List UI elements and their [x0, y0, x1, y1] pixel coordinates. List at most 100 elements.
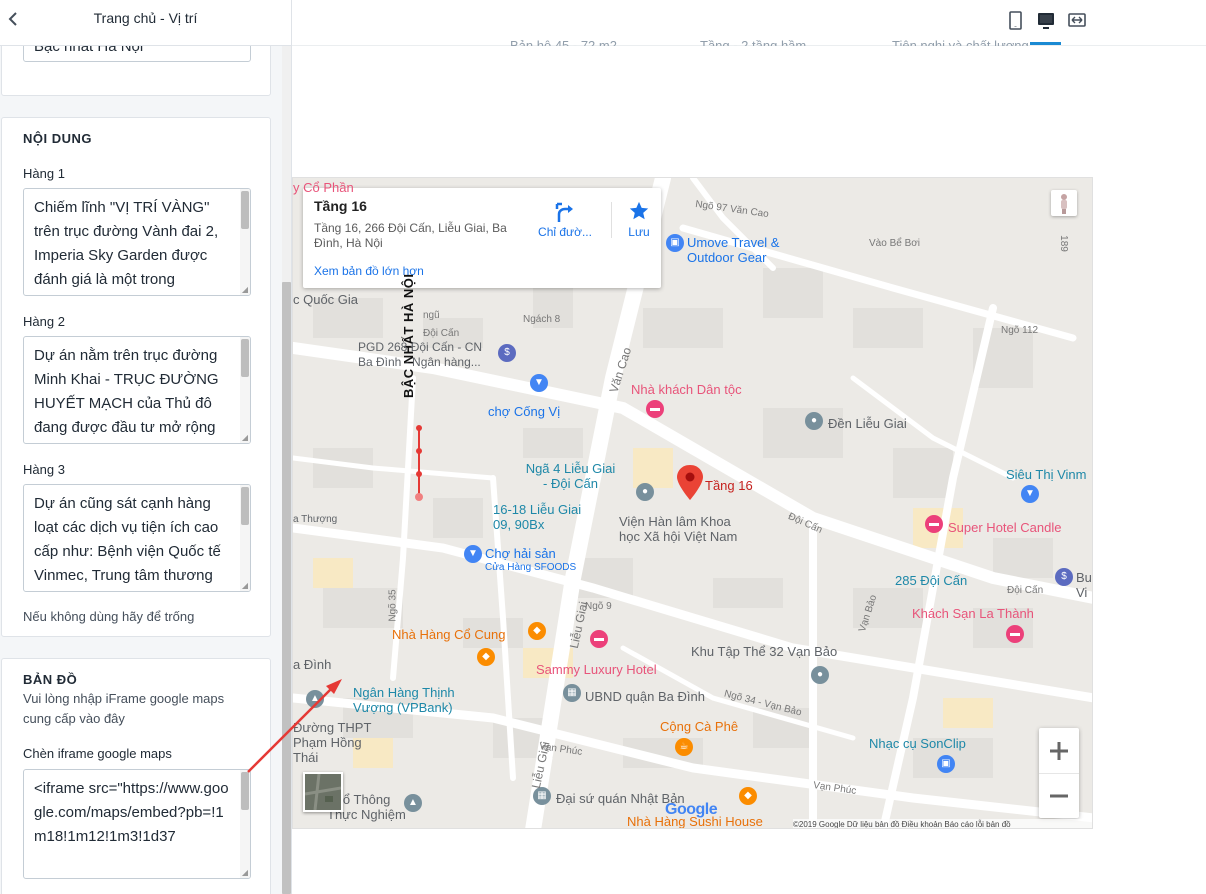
- road-doi-can-small: Đội Cấn: [423, 328, 460, 339]
- location-marker-icon[interactable]: [677, 465, 703, 500]
- map-label-co-phan: y Cổ Phần: [293, 180, 354, 195]
- satellite-view-toggle[interactable]: [303, 772, 343, 812]
- ghost-text-3: Tiện nghi và chất lượng: [892, 38, 1029, 46]
- hotel-icon[interactable]: ▬: [590, 630, 608, 648]
- ghost-text-2: Tầng - 2 tầng hầm: [700, 38, 807, 46]
- directions-button[interactable]: Chỉ đườ...: [535, 198, 595, 243]
- resize-grip-icon[interactable]: ◢: [242, 286, 248, 294]
- hotel-icon[interactable]: ▬: [925, 515, 943, 533]
- bank-icon[interactable]: $: [1055, 568, 1073, 586]
- row2-textarea[interactable]: Dự án nằm trên trục đường Minh Khai - TR…: [23, 336, 251, 444]
- textarea-scrollbar[interactable]: [240, 485, 250, 591]
- map-label-nhac-cu[interactable]: Nhạc cụ SonClip: [869, 736, 966, 751]
- resize-grip-icon[interactable]: ◢: [242, 869, 248, 877]
- school-icon[interactable]: ▲: [306, 690, 324, 708]
- resize-grip-icon[interactable]: ◢: [242, 582, 248, 590]
- restaurant-icon[interactable]: ◆: [477, 648, 495, 666]
- hotel-icon[interactable]: ▬: [646, 400, 664, 418]
- school-icon[interactable]: ▲: [404, 794, 422, 812]
- iframe-field-label: Chèn iframe google maps: [23, 746, 172, 761]
- map-label-khach-san[interactable]: Khách Sạn La Thành: [912, 606, 1034, 621]
- active-view-indicator: [1030, 42, 1061, 45]
- name-input[interactable]: Bậc nhất Hà Nội: [23, 46, 251, 62]
- sidebar-header: Trang chủ - Vị trí: [0, 0, 291, 46]
- place-info-card: Tầng 16 Tầng 16, 266 Đội Cấn, Liễu Giai,…: [303, 188, 661, 288]
- satellite-thumbnail-icon: [305, 774, 341, 810]
- fullscreen-icon: [1068, 13, 1086, 27]
- save-place-button[interactable]: Lưu: [617, 198, 661, 243]
- map-label-cong-vi[interactable]: chợ Cống Vị: [488, 404, 560, 419]
- directions-icon: [555, 202, 573, 222]
- content-hint: Nếu không dùng hãy để trống: [23, 609, 195, 624]
- map-label-sieu-thi[interactable]: Siêu Thị Vinm: [1006, 467, 1086, 482]
- map-label-super-hotel[interactable]: Super Hotel Candle: [948, 520, 1061, 535]
- mobile-icon: [1009, 11, 1022, 30]
- place-address: Tầng 16, 266 Đội Cấn, Liễu Giai, Ba Đình…: [314, 221, 507, 250]
- settings-sidebar: Trang chủ - Vị trí Bậc nhất Hà Nội NỘI D…: [0, 0, 292, 894]
- google-map-embed[interactable]: Tầng 16 Tầng 16, 266 Đội Cấn, Liễu Giai,…: [292, 177, 1093, 829]
- pegman-icon: [1061, 194, 1067, 214]
- preview-toolbar: Bản hộ 45 - 72 m2 Tầng - 2 tầng hầm Tiện…: [292, 0, 1206, 46]
- star-icon: [629, 201, 649, 220]
- fullscreen-view-button[interactable]: [1062, 6, 1092, 36]
- street-view-pegman[interactable]: [1051, 190, 1077, 216]
- map-label-nga4[interactable]: Ngã 4 Liễu Giai - Đội Cấn: [523, 461, 618, 491]
- map-attribution: ©2019 Google Dữ liệu bản đồ Điều khoản B…: [793, 819, 1092, 828]
- row3-textarea[interactable]: Dự án cũng sát cạnh hàng loạt các dịch v…: [23, 484, 251, 592]
- zoom-out-button[interactable]: [1039, 773, 1079, 818]
- map-label-ngan-hang[interactable]: Ngân Hàng Thịnh Vượng (VPBank): [353, 685, 493, 715]
- road-ngo112: Ngõ 112: [1001, 325, 1039, 336]
- map-label-285[interactable]: 285 Đội Cấn: [895, 573, 967, 588]
- restaurant-icon[interactable]: ◆: [739, 787, 757, 805]
- bank-icon[interactable]: $: [498, 344, 516, 362]
- map-label-vien-han-lam[interactable]: Viện Hàn lâm Khoa học Xã hội Việt Nam: [619, 514, 749, 544]
- textarea-scrollbar[interactable]: [240, 770, 250, 878]
- minus-icon: [1050, 794, 1068, 798]
- shopping-bag-icon[interactable]: ▣: [666, 234, 684, 252]
- government-icon[interactable]: ▦: [563, 684, 581, 702]
- row1-label: Hàng 1: [23, 166, 65, 181]
- map-label-thpt[interactable]: Đường THPT Phạm Hồng Thái: [293, 720, 383, 765]
- map-label-nha-khach[interactable]: Nhà khách Dân tộc: [631, 382, 742, 397]
- place-icon[interactable]: ●: [811, 666, 829, 684]
- zoom-in-button[interactable]: [1039, 728, 1079, 773]
- marker-label: Tầng 16: [705, 478, 753, 493]
- map-section-description: Vui lòng nhập iFrame google maps cung cấ…: [23, 691, 225, 726]
- textarea-scrollbar[interactable]: [240, 189, 250, 295]
- map-label-cong-ca-phe[interactable]: Cộng Cà Phê: [660, 719, 738, 734]
- map-label-den-lieu-giai[interactable]: Đền Liễu Giai: [828, 416, 907, 431]
- cart-icon[interactable]: ▼: [464, 545, 482, 563]
- name-card: Bậc nhất Hà Nội: [1, 46, 271, 96]
- map-label-ba-dinh: a Đình: [293, 657, 332, 672]
- textarea-scrollbar[interactable]: [240, 337, 250, 443]
- map-label-cua-hang[interactable]: Cửa Hàng SFOODS: [485, 560, 576, 575]
- map-label-umove[interactable]: Umove Travel & Outdoor Gear: [687, 235, 787, 265]
- row3-label: Hàng 3: [23, 462, 65, 477]
- temple-icon[interactable]: ●: [805, 412, 823, 430]
- cart-icon[interactable]: ▼: [530, 374, 548, 392]
- map-label-cho-hai-san[interactable]: Chợ hải sản: [485, 546, 556, 561]
- hotel-icon[interactable]: ▬: [1006, 625, 1024, 643]
- row2-label: Hàng 2: [23, 314, 65, 329]
- back-button[interactable]: [4, 9, 24, 29]
- sidebar-title: Trang chủ - Vị trí: [93, 10, 198, 26]
- sidebar-scrollbar-thumb[interactable]: [282, 282, 291, 894]
- resize-grip-icon[interactable]: ◢: [242, 434, 248, 442]
- shopping-cart-icon[interactable]: ▼: [1021, 485, 1039, 503]
- mobile-view-button[interactable]: [1000, 6, 1030, 36]
- cafe-icon[interactable]: ☕: [675, 738, 693, 756]
- shopping-bag-icon[interactable]: ▣: [937, 755, 955, 773]
- map-label-sammy[interactable]: Sammy Luxury Hotel: [536, 662, 657, 677]
- overlay-route: [415, 425, 423, 501]
- museum-icon[interactable]: ●: [636, 483, 654, 501]
- map-label-1618[interactable]: 16-18 Liễu Giai 09, 90Bx: [493, 502, 583, 532]
- desktop-view-button[interactable]: [1031, 6, 1061, 36]
- iframe-textarea[interactable]: <iframe src="https://www.google.com/maps…: [23, 769, 251, 879]
- map-label-nha-hang-co-cung[interactable]: Nhà Hàng Cổ Cung: [392, 627, 505, 642]
- restaurant-icon[interactable]: ◆: [528, 622, 546, 640]
- road-189: 189: [1057, 235, 1069, 252]
- map-label-pgd[interactable]: PGD 268 Đội Cấn - CN Ba Đình - Ngân hàng…: [358, 340, 498, 370]
- row1-textarea[interactable]: Chiếm lĩnh "VỊ TRÍ VÀNG" trên trục đường…: [23, 188, 251, 296]
- map-label-ubnd[interactable]: UBND quận Ba Đình: [585, 689, 705, 704]
- map-label-khu-tap-the[interactable]: Khu Tập Thể 32 Vạn Bảo: [691, 644, 837, 659]
